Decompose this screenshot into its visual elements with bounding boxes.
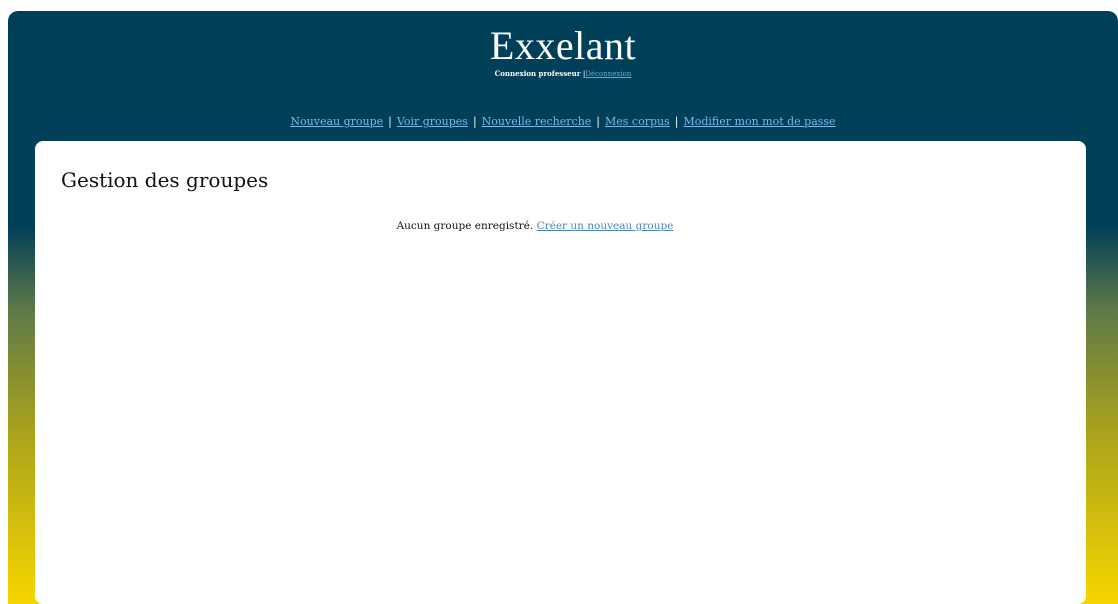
login-status-line: Connexion professeur |Déconnexion bbox=[8, 69, 1118, 79]
create-group-link[interactable]: Créer un nouveau groupe bbox=[537, 220, 674, 232]
nav-item-voir-groupes[interactable]: Voir groupes bbox=[397, 115, 468, 128]
nav-separator: | bbox=[674, 115, 679, 128]
empty-state-message: Aucun groupe enregistré. bbox=[396, 220, 534, 232]
site-title: Exxelant bbox=[489, 23, 637, 68]
nav-separator: | bbox=[596, 115, 601, 128]
nav-separator: | bbox=[388, 115, 392, 128]
content-panel: Gestion des groupes Aucun groupe enregis… bbox=[35, 141, 1086, 604]
nav-item-mes-corpus[interactable]: Mes corpus bbox=[605, 115, 670, 128]
nav-item-nouvelle-recherche[interactable]: Nouvelle recherche bbox=[482, 115, 592, 128]
nav-separator: | bbox=[472, 115, 477, 128]
page-title: Gestion des groupes bbox=[61, 168, 269, 192]
login-status: Connexion professeur | bbox=[494, 69, 586, 78]
logout-link[interactable]: Déconnexion bbox=[585, 70, 631, 78]
main-nav: Nouveau groupe | Voir groupes | Nouvelle rec… bbox=[8, 115, 1118, 129]
empty-state: Aucun groupe enregistré. Créer un nouvea… bbox=[35, 219, 1035, 233]
page-frame: Exxelant Connexion professeur |Déconnexi… bbox=[8, 11, 1118, 604]
nav-item-modifier-mot-de-passe[interactable]: Modifier mon mot de passe bbox=[683, 115, 835, 128]
nav-item-nouveau-groupe[interactable]: Nouveau groupe bbox=[290, 115, 383, 128]
